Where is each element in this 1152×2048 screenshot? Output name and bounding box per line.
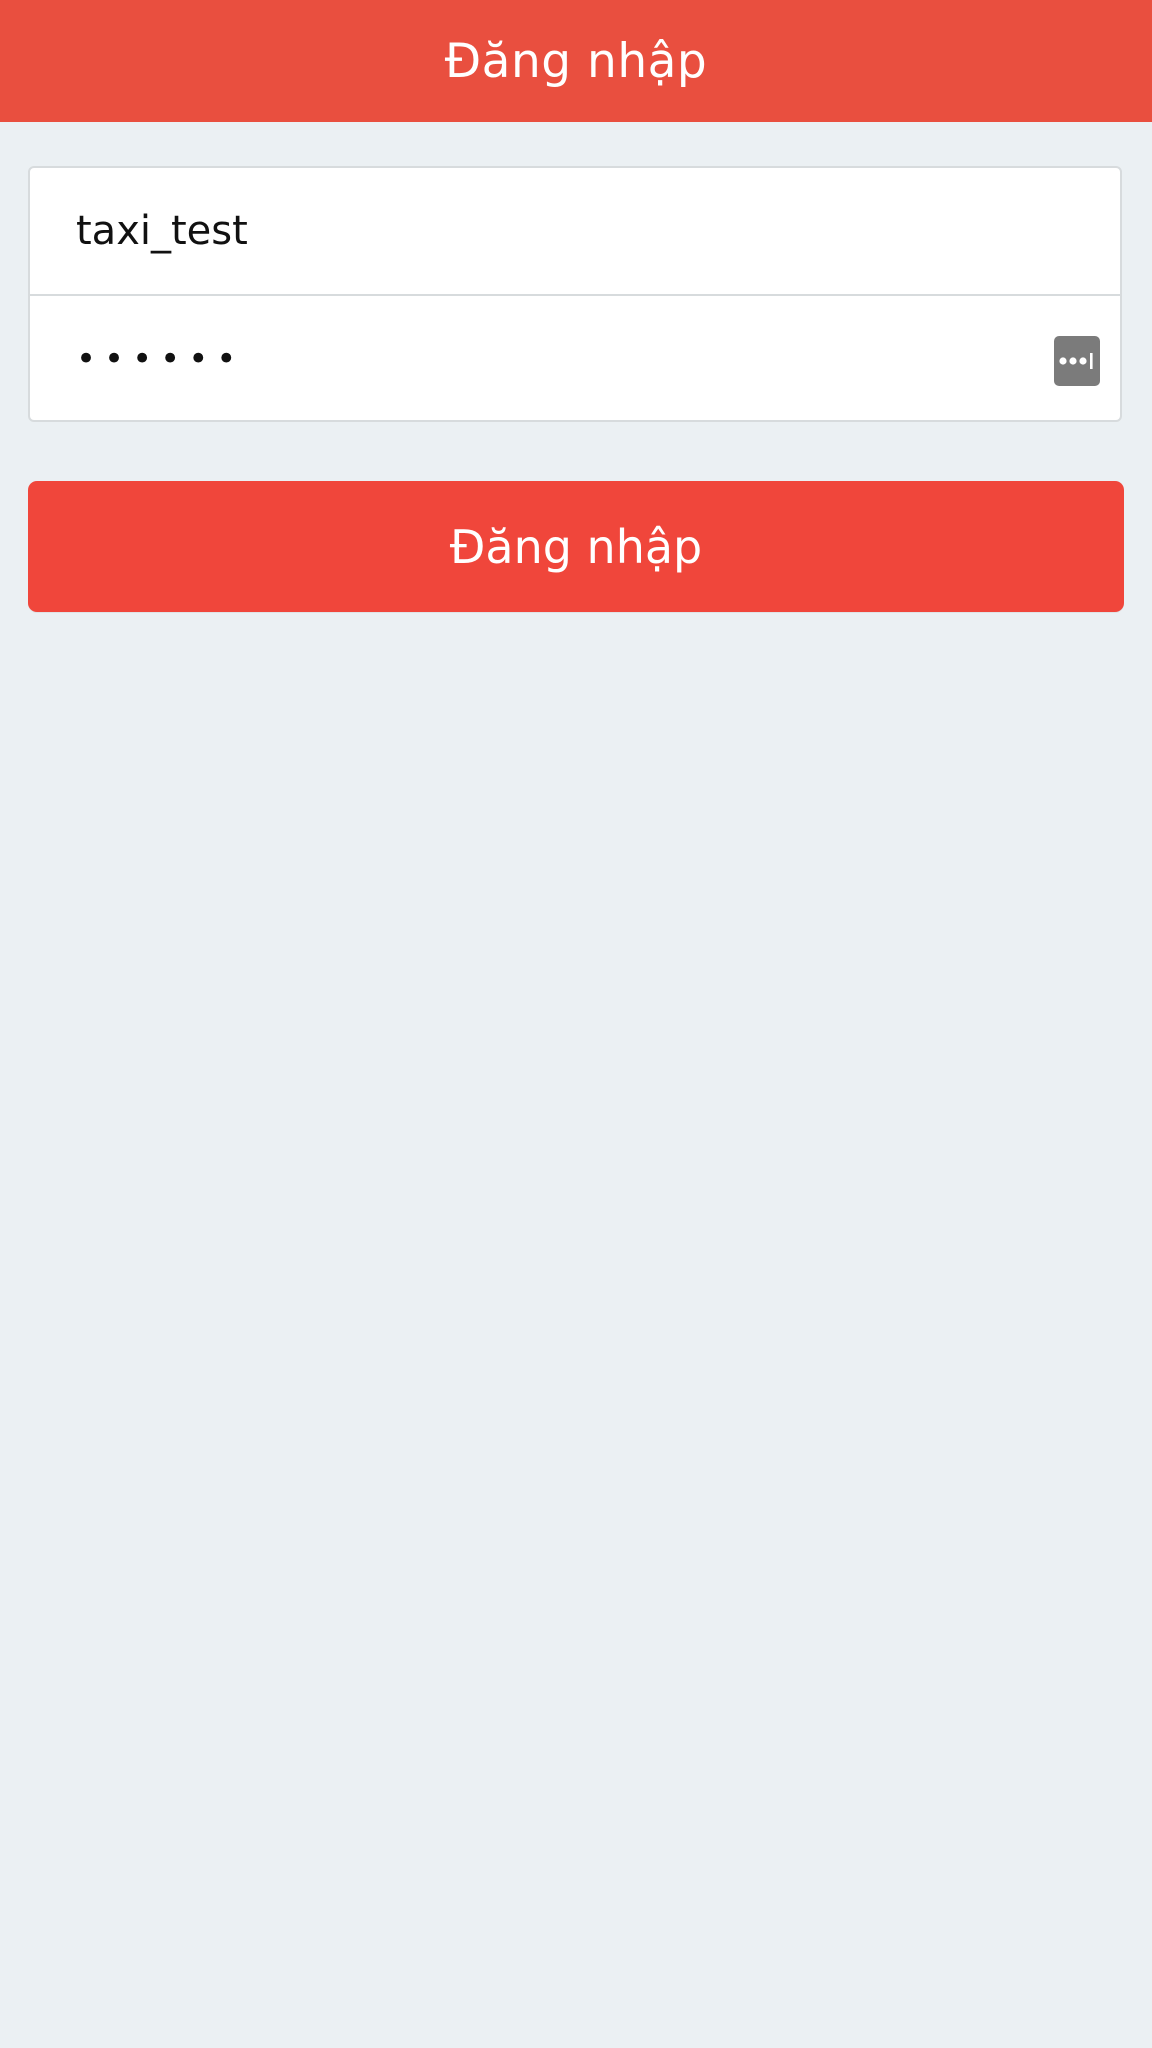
username-input[interactable] bbox=[76, 168, 1056, 294]
login-form bbox=[28, 166, 1122, 422]
password-key-icon[interactable] bbox=[1054, 336, 1100, 386]
username-row bbox=[30, 168, 1120, 294]
login-button[interactable]: Đăng nhập bbox=[28, 481, 1124, 612]
page-title: Đăng nhập bbox=[444, 33, 708, 89]
app-header: Đăng nhập bbox=[0, 0, 1152, 122]
password-row bbox=[30, 296, 1120, 420]
password-input[interactable] bbox=[76, 296, 1056, 420]
